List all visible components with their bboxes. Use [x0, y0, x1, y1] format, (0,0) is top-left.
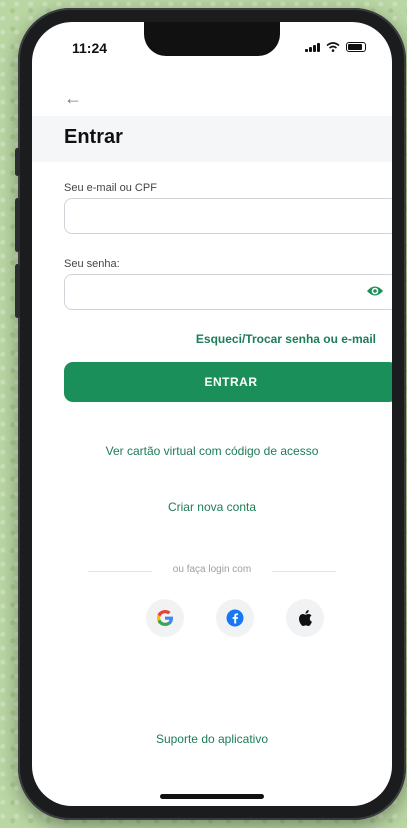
apple-icon: [299, 610, 312, 626]
password-field[interactable]: [64, 274, 392, 310]
volume-down-button: [15, 264, 20, 318]
arrow-left-icon: ←: [64, 88, 82, 108]
password-label: Seu senha:: [64, 258, 120, 270]
login-button[interactable]: ENTRAR: [64, 362, 392, 402]
phone-frame: 11:24 ← Entrar Seu e-mail ou CPF Seu sen…: [15, 8, 406, 820]
forgot-password-link[interactable]: Esqueci/Trocar senha ou e-mail: [196, 332, 376, 346]
apple-login-button[interactable]: [286, 599, 324, 637]
signal-icon: [305, 42, 320, 52]
email-field[interactable]: [64, 198, 392, 234]
notch: [144, 22, 280, 56]
facebook-icon: [226, 609, 244, 627]
page-title: Entrar: [64, 126, 123, 148]
facebook-login-button[interactable]: [216, 599, 254, 637]
status-time: 11:24: [72, 40, 108, 56]
battery-icon: [346, 42, 366, 52]
google-login-button[interactable]: [146, 599, 184, 637]
wifi-icon: [326, 42, 340, 52]
status-icons: [305, 42, 366, 52]
password-field-wrapper: [64, 274, 392, 310]
app-screen: 11:24 ← Entrar Seu e-mail ou CPF Seu sen…: [32, 22, 392, 806]
social-divider-text: ou faça login com: [172, 564, 252, 575]
eye-icon[interactable]: [366, 284, 384, 298]
back-button[interactable]: ←: [64, 88, 82, 109]
google-icon: [157, 610, 173, 626]
home-indicator: [160, 794, 264, 799]
support-link[interactable]: Suporte do aplicativo: [32, 732, 392, 746]
email-label: Seu e-mail ou CPF: [64, 182, 157, 194]
divider-line-right: [272, 571, 336, 572]
create-account-link[interactable]: Criar nova conta: [32, 500, 392, 514]
mute-switch: [15, 148, 20, 176]
virtual-card-link[interactable]: Ver cartão virtual com código de acesso: [32, 444, 392, 458]
social-divider: ou faça login com: [88, 564, 336, 578]
volume-up-button: [15, 198, 20, 252]
